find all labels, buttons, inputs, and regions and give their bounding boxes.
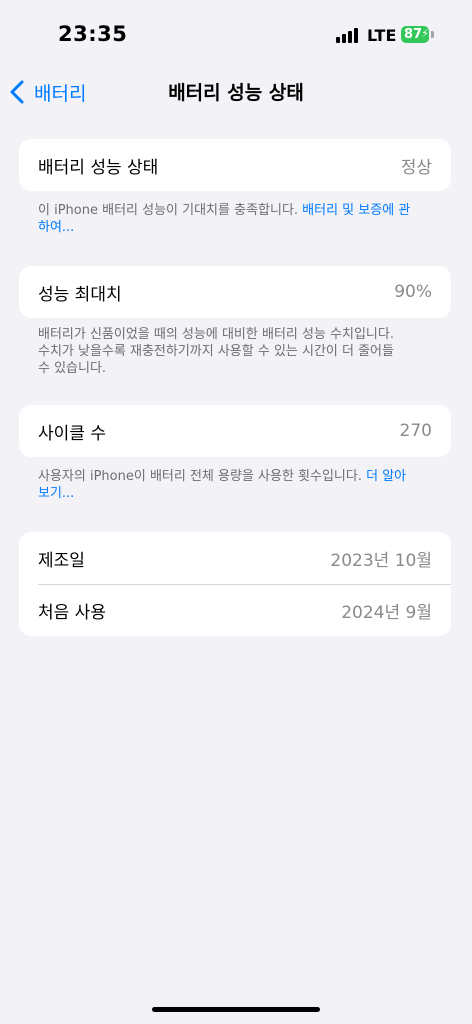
first-use-row: 처음 사용 2024년 9월 [19,584,451,636]
charging-bolt-icon: ⚡ [421,27,429,40]
cycle-count-row: 사이클 수 270 [19,405,451,457]
first-use-value: 2024년 9월 [341,602,432,623]
first-use-label: 처음 사용 [38,602,106,623]
cycle-count-footer-text: 사용자의 iPhone이 배터리 전체 용량을 사용한 횟수입니다. [38,469,367,484]
network-type: LTE [367,26,397,45]
dates-card: 제조일 2023년 10월 처음 사용 2024년 9월 [19,532,451,636]
maximum-capacity-footer-text: 배터리가 신품이었을 때의 성능에 대비한 배터리 성능 수치입니다. 수치가 … [38,327,394,376]
manufacture-date-value: 2023년 10월 [330,550,432,571]
battery-health-label: 배터리 성능 상태 [38,157,159,178]
row-divider [38,584,451,585]
battery-cap [431,31,434,38]
battery-health-card: 배터리 성능 상태 정상 [19,139,451,191]
cycle-count-label: 사이클 수 [38,423,106,444]
manufacture-date-row: 제조일 2023년 10월 [19,532,451,584]
maximum-capacity-card: 성능 최대치 90% [19,266,451,318]
battery-icon: 87 ⚡ [401,26,429,43]
page-title: 배터리 성능 상태 [168,82,304,104]
battery-health-value: 정상 [400,157,432,178]
battery-level: 87 [403,27,423,42]
status-bar: 23:35 LTE 87 ⚡ [0,0,472,70]
home-indicator[interactable] [152,1007,320,1012]
cellular-signal-icon [336,28,360,43]
battery-health-row: 배터리 성능 상태 정상 [19,139,451,191]
navigation-bar: 배터리 배터리 성능 상태 [0,70,472,114]
manufacture-date-label: 제조일 [38,550,85,571]
cycle-count-value: 270 [399,421,432,441]
battery-health-footer: 이 iPhone 배터리 성능이 기대치를 충족합니다. 배터리 및 보증에 관… [38,202,418,236]
status-time: 23:35 [58,22,128,46]
cycle-count-footer: 사용자의 iPhone이 배터리 전체 용량을 사용한 횟수입니다. 더 알아보… [38,468,418,502]
maximum-capacity-footer: 배터리가 신품이었을 때의 성능에 대비한 배터리 성능 수치입니다. 수치가 … [38,326,410,377]
battery-health-footer-text: 이 iPhone 배터리 성능이 기대치를 충족합니다. [38,203,303,218]
maximum-capacity-label: 성능 최대치 [38,284,122,305]
maximum-capacity-row: 성능 최대치 90% [19,266,451,318]
maximum-capacity-value: 90% [394,282,432,302]
cycle-count-card: 사이클 수 270 [19,405,451,457]
